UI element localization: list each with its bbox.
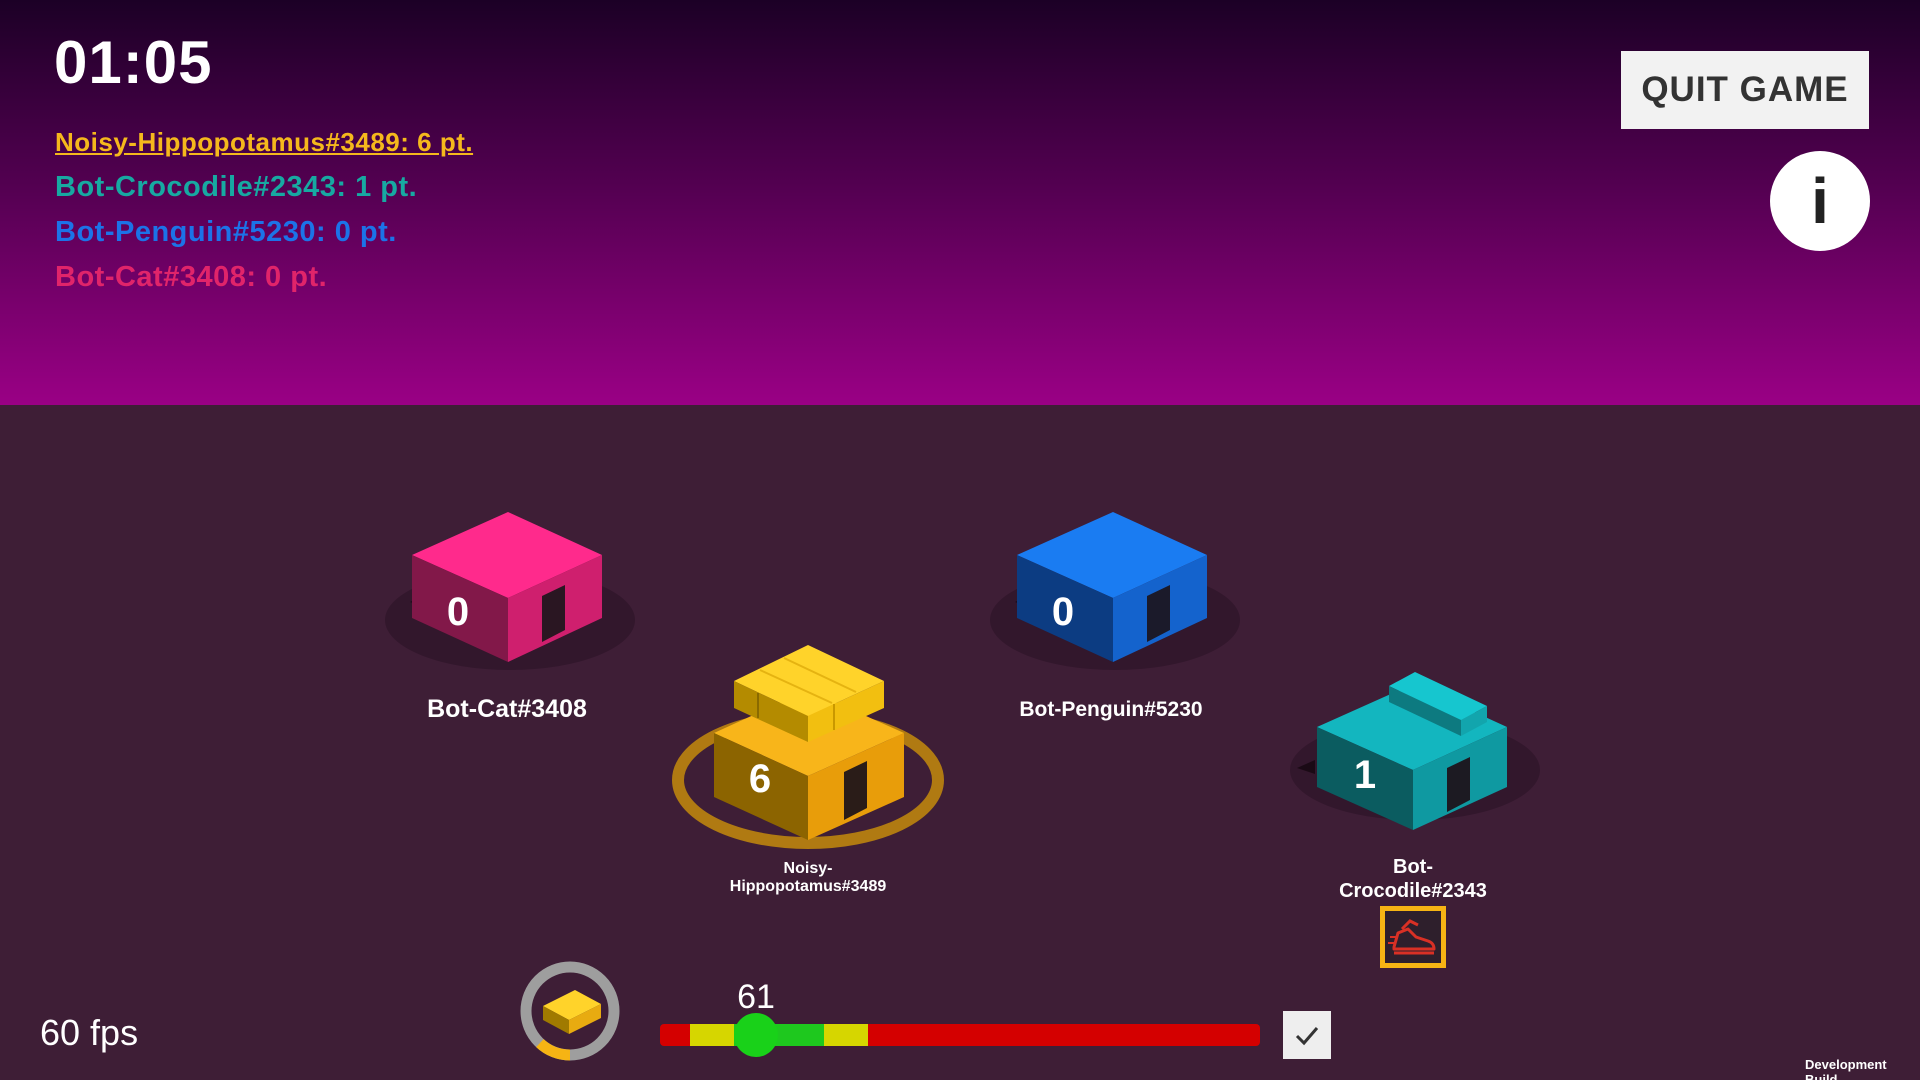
house-hippo-count: 6 bbox=[749, 757, 771, 801]
house-penguin[interactable]: 0 bbox=[985, 500, 1245, 690]
house-penguin-count: 0 bbox=[1052, 590, 1074, 634]
house-hippo-label: Noisy- Hippopotamus#3489 bbox=[730, 860, 886, 896]
speed-shoe-icon bbox=[1388, 919, 1436, 955]
house-crocodile-label-line1: Bot- bbox=[1393, 856, 1433, 878]
inventory-progress bbox=[536, 1038, 571, 1061]
fps-counter: 60 fps bbox=[40, 1012, 139, 1053]
confirm-button[interactable] bbox=[1283, 1011, 1331, 1059]
slider-thumb[interactable] bbox=[734, 1013, 778, 1057]
timing-slider[interactable]: 61 bbox=[660, 978, 1260, 1057]
info-icon: i bbox=[1811, 165, 1829, 237]
house-penguin-label: Bot-Penguin#5230 bbox=[1019, 698, 1203, 721]
score-line-player: Noisy-Hippopotamus#3489: 6 pt. bbox=[55, 127, 474, 157]
info-button[interactable]: i bbox=[1770, 151, 1870, 251]
house-hippo-label-line2: Hippopotamus#3489 bbox=[729, 878, 887, 895]
game-floor bbox=[0, 405, 1920, 1080]
checkmark-icon bbox=[1295, 1027, 1319, 1046]
score-line-crocodile: Bot-Crocodile#2343: 1 pt. bbox=[55, 171, 418, 203]
slider-zone-yellow-right bbox=[824, 1024, 868, 1046]
score-line-cat: Bot-Cat#3408: 0 pt. bbox=[55, 261, 328, 293]
house-cat-label: Bot-Cat#3408 bbox=[427, 695, 587, 723]
house-cat-count: 0 bbox=[447, 590, 469, 634]
powerup-slot[interactable] bbox=[1380, 906, 1446, 968]
house-crocodile[interactable]: 1 bbox=[1285, 660, 1545, 860]
house-cat[interactable]: 0 bbox=[380, 500, 640, 690]
house-crocodile-count: 1 bbox=[1354, 753, 1376, 797]
game-timer: 01:05 bbox=[54, 29, 213, 96]
quit-game-button[interactable]: QUIT GAME bbox=[1621, 51, 1869, 129]
slider-value: 61 bbox=[737, 978, 775, 1016]
house-hippo[interactable]: 6 bbox=[660, 630, 960, 860]
house-crocodile-label-line2: Crocodile#2343 bbox=[1339, 880, 1487, 902]
brick-icon bbox=[543, 990, 601, 1034]
scoreboard: Noisy-Hippopotamus#3489: 6 pt. Bot-Croco… bbox=[55, 124, 473, 304]
score-line-penguin: Bot-Penguin#5230: 0 pt. bbox=[55, 216, 397, 248]
development-build-label: Development Build bbox=[1805, 1057, 1887, 1080]
brick-inventory bbox=[520, 961, 620, 1061]
slider-zone-yellow-left bbox=[690, 1024, 734, 1046]
house-hippo-label-line1: Noisy- bbox=[783, 860, 833, 877]
house-crocodile-label: Bot- Crocodile#2343 bbox=[1339, 855, 1487, 903]
